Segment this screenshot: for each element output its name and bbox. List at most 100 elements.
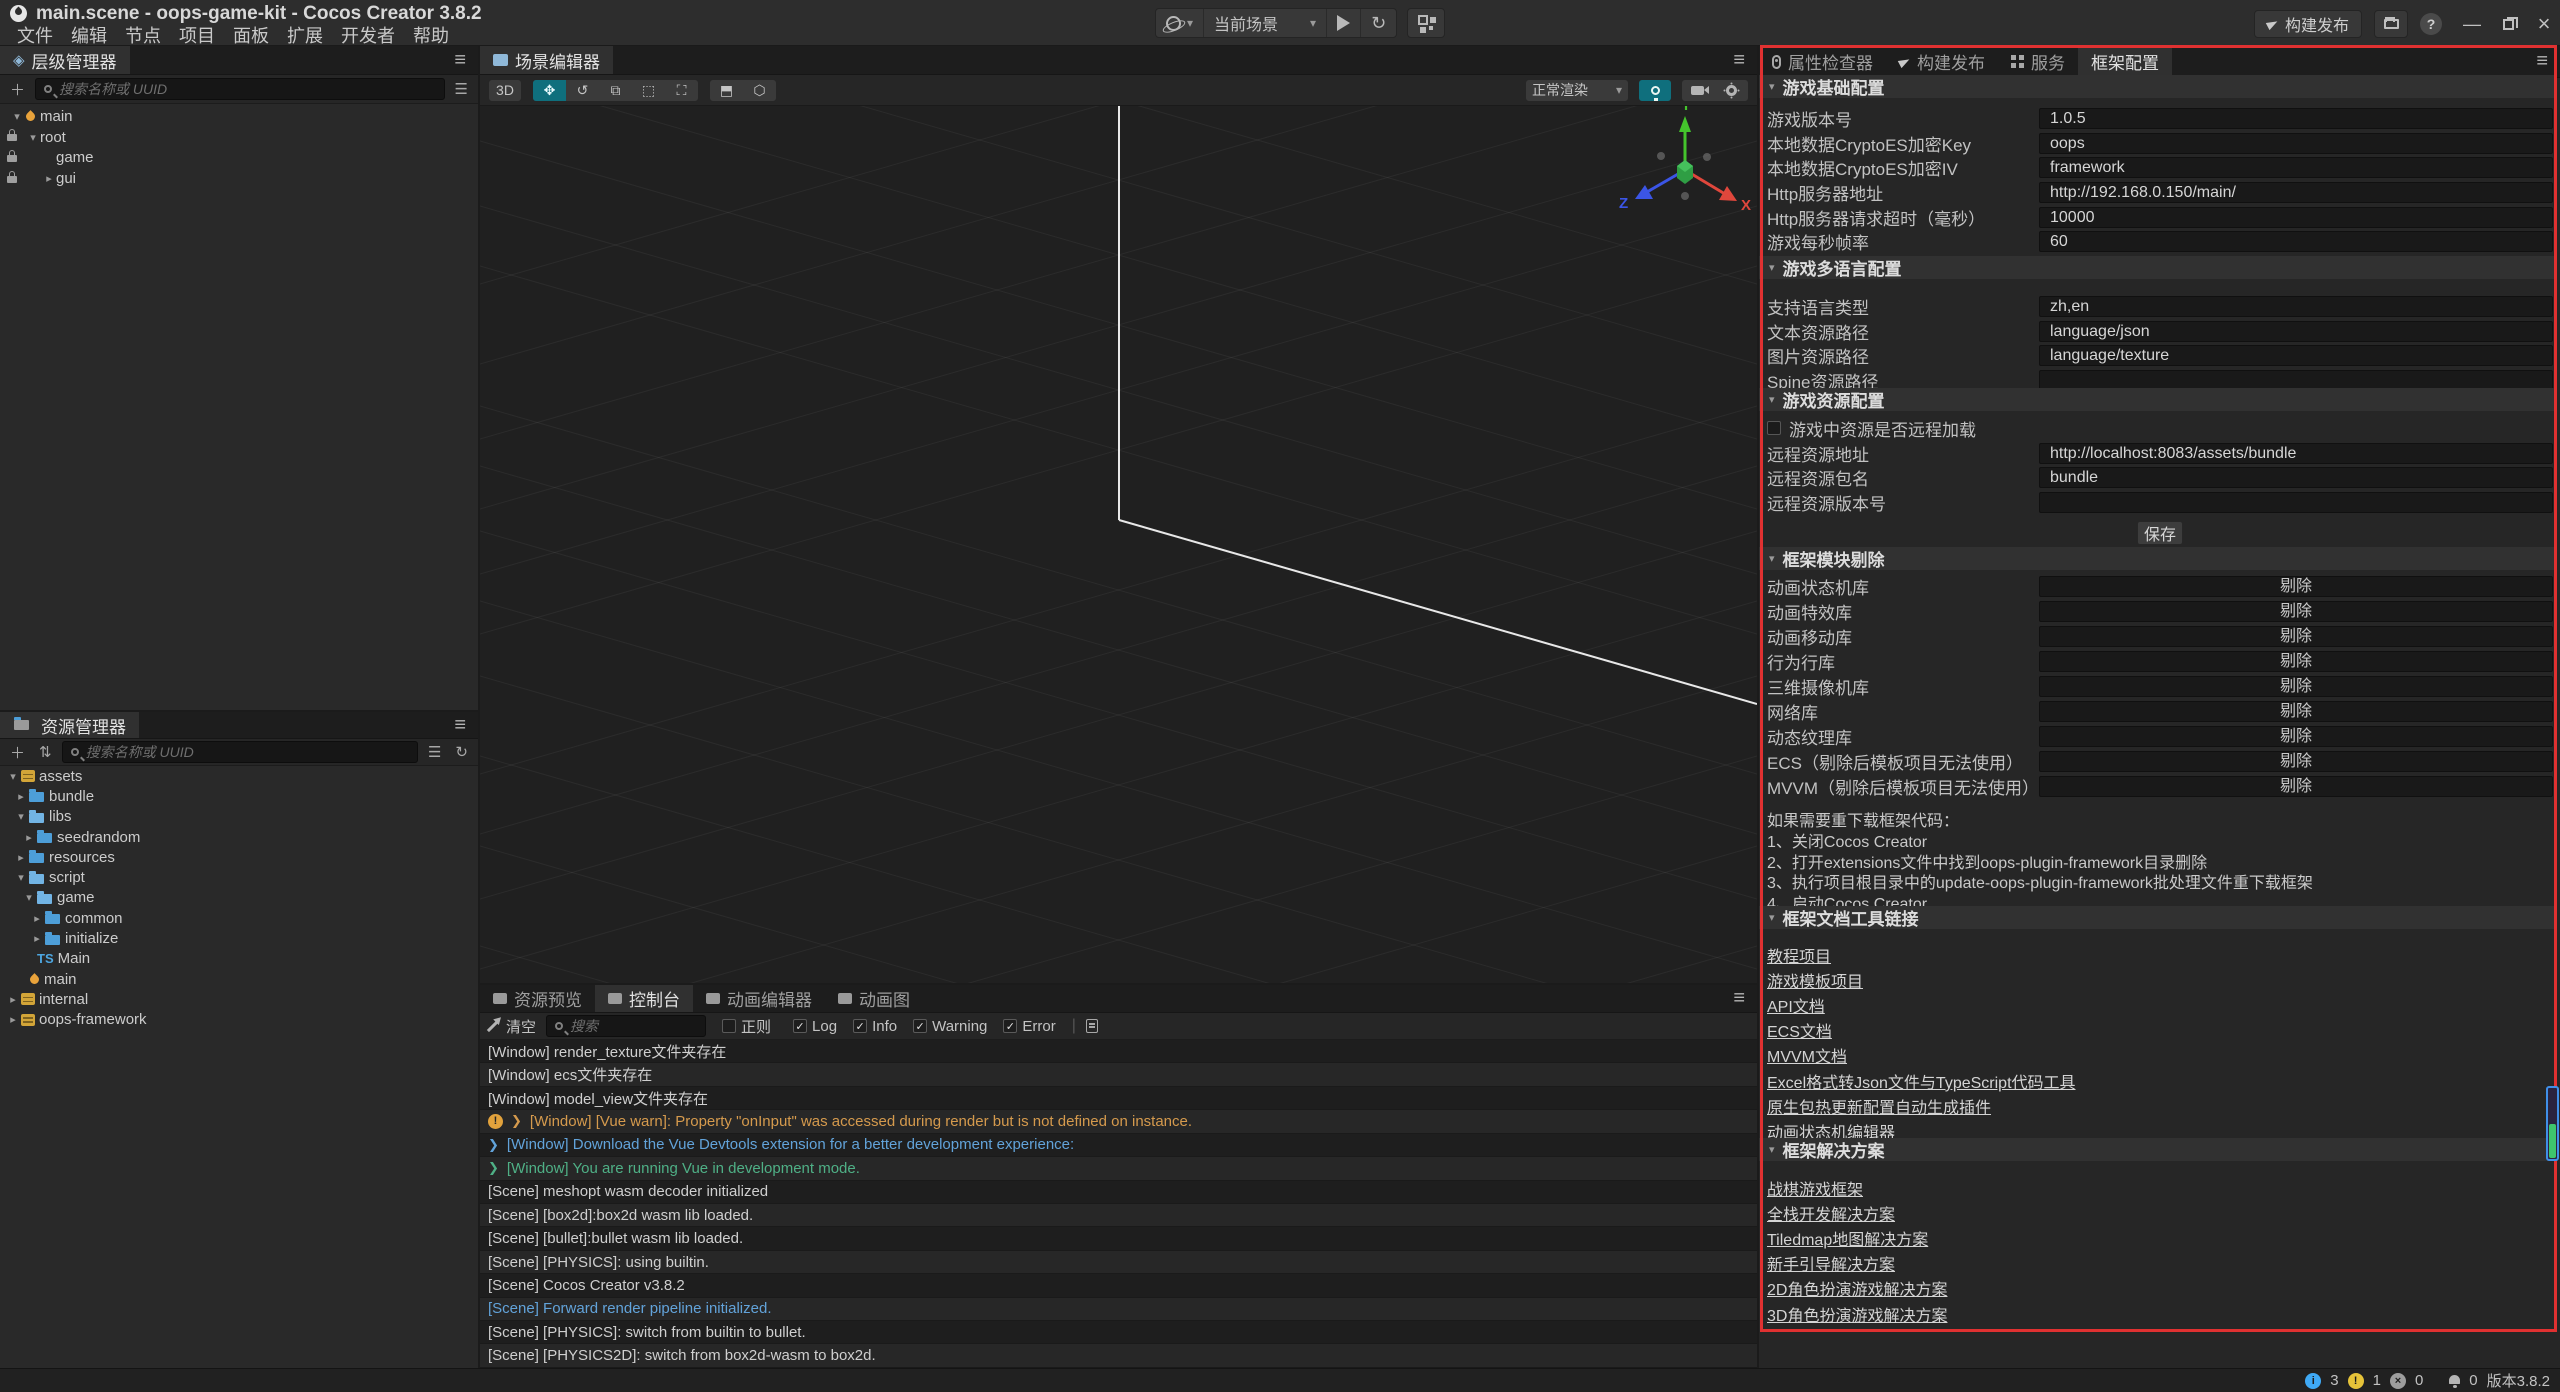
build-publish-button[interactable]: 构建发布 [2254,10,2362,38]
field-input[interactable]: language/json [2039,321,2553,342]
field-input[interactable]: http://192.168.0.150/main/ [2039,182,2553,203]
hierarchy-search-input[interactable] [59,81,436,97]
tree-node[interactable]: ▾libs [0,807,478,827]
expand-chevron-icon[interactable]: ❯ [488,1160,499,1176]
menu-item-2[interactable]: 节点 [116,22,170,48]
device-preview-button[interactable] [1408,9,1444,37]
log-row[interactable]: !❯[Window] [Vue warn]: Property "onInput… [480,1110,1757,1133]
tab-动画编辑器[interactable]: 动画编辑器 [693,985,825,1012]
remove-button[interactable]: 剔除 [2039,601,2553,622]
doc-link[interactable]: 全栈开发解决方案 [1767,1201,1895,1225]
rotate-tool-button[interactable]: ↺ [566,79,599,102]
chevron-right-icon[interactable]: ▸ [30,932,44,945]
export-log-button[interactable] [1086,1019,1098,1033]
scene-viewport[interactable]: Y X Z [480,106,1757,983]
play-button[interactable] [1327,9,1361,37]
chevron-right-icon[interactable]: ▸ [6,993,20,1006]
checkbox-checked-icon[interactable]: ✓ [853,1019,867,1033]
scene-menu-button[interactable]: ≡ [1721,46,1757,74]
remove-button[interactable]: 剔除 [2039,726,2553,747]
tab-assets[interactable]: 资源管理器 [0,712,139,738]
tree-node[interactable]: ▾root [0,127,478,148]
ui-anchor-tool-button[interactable]: ⛶ [665,79,698,102]
move-tool-button[interactable]: ✥ [533,79,566,102]
bell-icon[interactable] [2449,1375,2460,1384]
clear-console-button[interactable]: 清空 [486,1016,536,1037]
field-input[interactable]: zh,en [2039,296,2553,317]
log-row[interactable]: [Scene] meshopt wasm decoder initialized [480,1181,1757,1204]
chevron-down-icon[interactable]: ▾ [26,131,40,144]
orientation-gizmo[interactable]: Y X Z [1619,106,1751,214]
expand-chevron-icon[interactable]: ❯ [511,1113,522,1129]
tab-服务[interactable]: 服务 [1998,46,2078,77]
lock-icon[interactable] [7,134,17,141]
inspector-scrollbar-thumb[interactable] [2546,1086,2559,1161]
lock-icon[interactable] [7,155,17,162]
menu-item-4[interactable]: 面板 [224,22,278,48]
toggle-2d3d-button[interactable]: 3D [488,79,522,102]
menu-item-3[interactable]: 项目 [170,22,224,48]
doc-link[interactable]: 3D角色扮演游戏解决方案 [1767,1302,1947,1326]
field-input[interactable]: bundle [2039,467,2553,488]
hierarchy-filter-button[interactable]: ☰ [451,80,472,98]
tree-node[interactable]: TSMain [0,949,478,969]
chevron-right-icon[interactable]: ▸ [30,912,44,925]
create-asset-button[interactable]: ＋ [6,742,29,763]
tab-动画图[interactable]: 动画图 [825,985,923,1012]
create-node-button[interactable]: ＋ [6,79,29,100]
assets-search[interactable] [62,741,418,763]
tab-框架配置[interactable]: 框架配置 [2078,46,2172,77]
log-row[interactable]: [Scene] [PHYSICS]: switch from builtin t… [480,1321,1757,1344]
chevron-down-icon[interactable]: ▾ [10,110,24,123]
menu-item-1[interactable]: 编辑 [62,22,116,48]
log-row[interactable]: [Scene] Cocos Creator v3.8.2 [480,1274,1757,1297]
field-input[interactable]: http://localhost:8083/assets/bundle [2039,443,2553,464]
doc-link[interactable]: Excel格式转Json文件与TypeScript代码工具 [1767,1069,2076,1093]
tree-node[interactable]: ▸common [0,908,478,928]
remove-button[interactable]: 剔除 [2039,701,2553,722]
tree-node[interactable]: ▾script [0,867,478,887]
doc-link[interactable]: API文档 [1767,993,1825,1017]
tree-node[interactable]: ▾game [0,888,478,908]
tab-scene-editor[interactable]: 场景编辑器 [480,46,613,74]
chevron-down-icon[interactable]: ▾ [22,891,36,904]
tree-node[interactable]: ▸oops-framework [0,1010,478,1030]
log-row[interactable]: [Scene] [bullet]:bullet wasm lib loaded. [480,1227,1757,1250]
inspector-menu-button[interactable]: ≡ [2524,46,2560,77]
tree-node[interactable]: ▸seedrandom [0,827,478,847]
log-row[interactable]: ❯[Window] Download the Vue Devtools exte… [480,1134,1757,1157]
log-row[interactable]: [Scene] [PHYSICS2D]: switch from box2d-w… [480,1344,1757,1367]
menu-item-5[interactable]: 扩展 [278,22,332,48]
section-header[interactable]: ▾ 游戏资源配置 [1759,388,2557,411]
checkbox-checked-icon[interactable]: ✓ [1003,1019,1017,1033]
expand-chevron-icon[interactable]: ❯ [488,1137,499,1153]
remove-button[interactable]: 剔除 [2039,651,2553,672]
render-mode-dropdown[interactable]: 正常渲染 ▾ [1525,79,1629,102]
chevron-down-icon[interactable]: ▾ [6,770,20,783]
hierarchy-search[interactable] [35,78,445,100]
hierarchy-menu-button[interactable]: ≡ [442,46,478,74]
help-button[interactable]: ? [2420,13,2442,35]
preview-platform-button[interactable]: ▾ [1156,9,1204,37]
log-row[interactable]: [Window] ecs文件夹存在 [480,1063,1757,1086]
section-header[interactable]: ▾ 框架解决方案 [1759,1138,2557,1161]
assets-menu-button[interactable]: ≡ [442,712,478,738]
tree-node[interactable]: ▸initialize [0,928,478,948]
assets-filter-button[interactable]: ☰ [424,743,445,761]
tab-资源预览[interactable]: 资源预览 [480,985,595,1012]
error-count-icon[interactable]: × [2390,1373,2406,1389]
minimize-button[interactable]: — [2464,16,2480,32]
chevron-right-icon[interactable]: ▸ [14,790,28,803]
tree-node[interactable]: main [0,969,478,989]
doc-link[interactable]: 游戏模板项目 [1767,968,1863,992]
save-button[interactable]: 保存 [2137,521,2183,545]
tree-node[interactable]: ▾main [0,106,478,127]
field-input[interactable]: oops [2039,133,2553,154]
log-row[interactable]: [Scene] [box2d]:box2d wasm lib loaded. [480,1204,1757,1227]
tree-node[interactable]: game [0,148,478,169]
doc-link[interactable]: 教程项目 [1767,943,1831,967]
field-input[interactable] [2039,492,2553,513]
rect-tool-button[interactable]: ⬚ [632,79,665,102]
section-header[interactable]: ▾ 游戏多语言配置 [1759,256,2557,279]
scene-select-dropdown[interactable]: 当前场景 ▾ [1204,9,1327,37]
